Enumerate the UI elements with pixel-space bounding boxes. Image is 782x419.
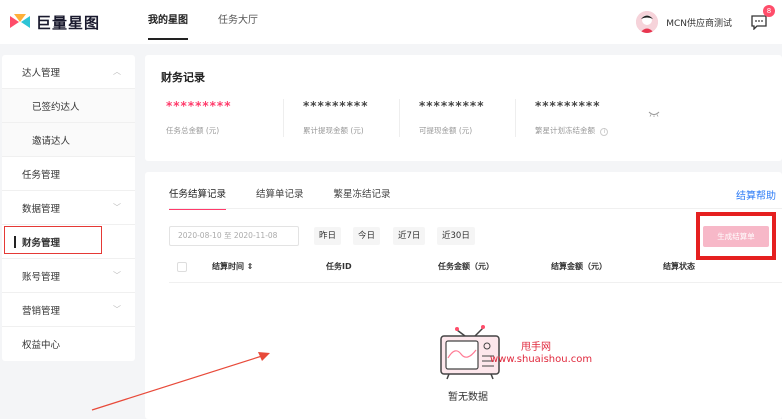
sidebar-item-invite-talent[interactable]: 邀请达人 bbox=[2, 123, 135, 157]
sidebar-item-marketing-management[interactable]: 营销管理 ﹀ bbox=[2, 293, 135, 327]
column-header-settlement-time[interactable]: 结算时间 ⇕ bbox=[212, 261, 254, 272]
column-header-task-id: 任务ID bbox=[326, 262, 352, 271]
empty-tv-icon bbox=[440, 325, 500, 380]
chat-icon bbox=[751, 14, 767, 30]
settlement-help-link[interactable]: 结算帮助 bbox=[736, 187, 776, 202]
filter-last-7-days[interactable]: 近7日 bbox=[393, 227, 426, 245]
empty-state-text: 暂无数据 bbox=[448, 392, 488, 403]
avatar[interactable] bbox=[636, 11, 659, 33]
stat-value: ********* bbox=[166, 99, 232, 113]
info-icon[interactable]: i bbox=[600, 128, 609, 136]
stat-value: ********* bbox=[419, 99, 485, 113]
logo-text: 巨量星图 bbox=[36, 13, 101, 32]
top-nav: 我的星图 任务大厅 bbox=[148, 0, 288, 44]
nav-my-xingtu[interactable]: 我的星图 bbox=[148, 0, 188, 44]
divider bbox=[515, 99, 516, 137]
date-range-picker[interactable]: 2020-08-10 至 2020-11-08 bbox=[169, 226, 299, 246]
sidebar-item-benefits-center[interactable]: 权益中心 bbox=[2, 327, 135, 361]
eye-closed-icon[interactable] bbox=[648, 111, 660, 117]
sidebar-item-data-management[interactable]: 数据管理 ﹀ bbox=[2, 191, 135, 225]
sidebar-item-label: 任务管理 bbox=[22, 169, 61, 181]
divider bbox=[169, 208, 782, 209]
column-header-settlement-amount: 结算金额（元） bbox=[551, 262, 607, 271]
watermark-line: www.shuaishou.com bbox=[490, 354, 593, 365]
tab-frozen-records[interactable]: 繁星冻结记录 bbox=[334, 186, 391, 210]
avatar-face-icon bbox=[636, 11, 659, 33]
top-header: 巨量星图 我的星图 任务大厅 MCN供应商测试 8 bbox=[0, 0, 782, 44]
sidebar-item-label: 账号管理 bbox=[22, 271, 61, 283]
column-header-task-amount: 任务金额（元） bbox=[438, 262, 494, 271]
stat-value: ********* bbox=[303, 99, 369, 113]
sidebar: 达人管理 ︿ 已签约达人 邀请达人 任务管理 数据管理 ﹀ 财务管理 账号管理 … bbox=[2, 55, 135, 361]
sidebar-item-finance-management[interactable]: 财务管理 bbox=[2, 225, 135, 259]
user-name[interactable]: MCN供应商测试 bbox=[666, 16, 732, 29]
sidebar-item-account-management[interactable]: 账号管理 ﹀ bbox=[2, 259, 135, 293]
message-badge: 8 bbox=[763, 5, 775, 17]
stat-total-task-amount: ********* 任务总金额 (元) bbox=[166, 99, 282, 143]
sidebar-item-signed-talent[interactable]: 已签约达人 bbox=[2, 89, 135, 123]
sidebar-item-label: 营销管理 bbox=[22, 305, 61, 317]
tab-task-settlement-records[interactable]: 任务结算记录 bbox=[169, 186, 227, 210]
filter-today[interactable]: 今日 bbox=[353, 227, 381, 245]
stat-total-withdrawn: ********* 累计提现金额 (元) bbox=[303, 99, 419, 143]
records-card: 任务结算记录 结算单记录 繁星冻结记录 结算帮助 2020-08-10 至 20… bbox=[145, 172, 782, 419]
nav-task-hall[interactable]: 任务大厅 bbox=[218, 0, 258, 44]
stat-label: 可提现金额 (元) bbox=[419, 126, 473, 135]
sidebar-item-label: 财务管理 bbox=[22, 237, 61, 249]
records-tabs: 任务结算记录 结算单记录 繁星冻结记录 bbox=[169, 186, 421, 210]
stat-label: 任务总金额 (元) bbox=[166, 126, 220, 135]
logo[interactable]: 巨量星图 bbox=[10, 12, 138, 33]
chevron-down-icon: ﹀ bbox=[113, 305, 121, 314]
filter-yesterday[interactable]: 昨日 bbox=[314, 227, 342, 245]
sidebar-item-talent-management[interactable]: 达人管理 ︿ bbox=[2, 55, 135, 89]
chevron-down-icon: ﹀ bbox=[113, 203, 121, 212]
select-all-checkbox[interactable] bbox=[177, 262, 187, 272]
stat-value: ********* bbox=[535, 99, 601, 113]
sidebar-item-label: 已签约达人 bbox=[32, 101, 80, 113]
logo-icon bbox=[10, 14, 30, 28]
sidebar-item-label: 邀请达人 bbox=[32, 135, 71, 147]
sidebar-item-label: 数据管理 bbox=[22, 203, 61, 215]
header-right: MCN供应商测试 8 bbox=[636, 5, 775, 33]
stat-withdrawable: ********* 可提现金额 (元) bbox=[419, 99, 535, 143]
generate-statement-button[interactable]: 生成结算单 bbox=[703, 226, 769, 247]
column-header-settlement-status: 结算状态 bbox=[663, 262, 695, 271]
tab-settlement-statement-records[interactable]: 结算单记录 bbox=[256, 186, 304, 210]
chevron-down-icon: ﹀ bbox=[113, 271, 121, 280]
stat-label: 累计提现金额 (元) bbox=[303, 126, 364, 135]
chevron-up-icon: ︿ bbox=[113, 67, 121, 76]
divider bbox=[283, 99, 284, 137]
divider bbox=[399, 99, 400, 137]
watermark-line: 甩手网 bbox=[521, 342, 551, 353]
message-button[interactable]: 8 bbox=[750, 5, 775, 31]
finance-title: 财务记录 bbox=[161, 71, 205, 84]
finance-summary-card: 财务记录 ********* 任务总金额 (元) ********* 累计提现金… bbox=[145, 55, 782, 161]
stat-label-text: 繁星计划冻结金额 bbox=[535, 126, 595, 135]
sidebar-item-label: 达人管理 bbox=[22, 67, 61, 79]
table-header: 结算时间 ⇕ 任务ID 任务金额（元） 结算金额（元） 结算状态 bbox=[169, 256, 782, 278]
filter-last-30-days[interactable]: 近30日 bbox=[437, 227, 475, 245]
sidebar-item-task-management[interactable]: 任务管理 bbox=[2, 157, 135, 191]
divider bbox=[169, 282, 782, 283]
stat-label: 繁星计划冻结金额 i bbox=[535, 125, 651, 136]
stat-frozen-amount: ********* 繁星计划冻结金额 i bbox=[535, 99, 651, 143]
sidebar-item-label: 权益中心 bbox=[22, 340, 61, 351]
